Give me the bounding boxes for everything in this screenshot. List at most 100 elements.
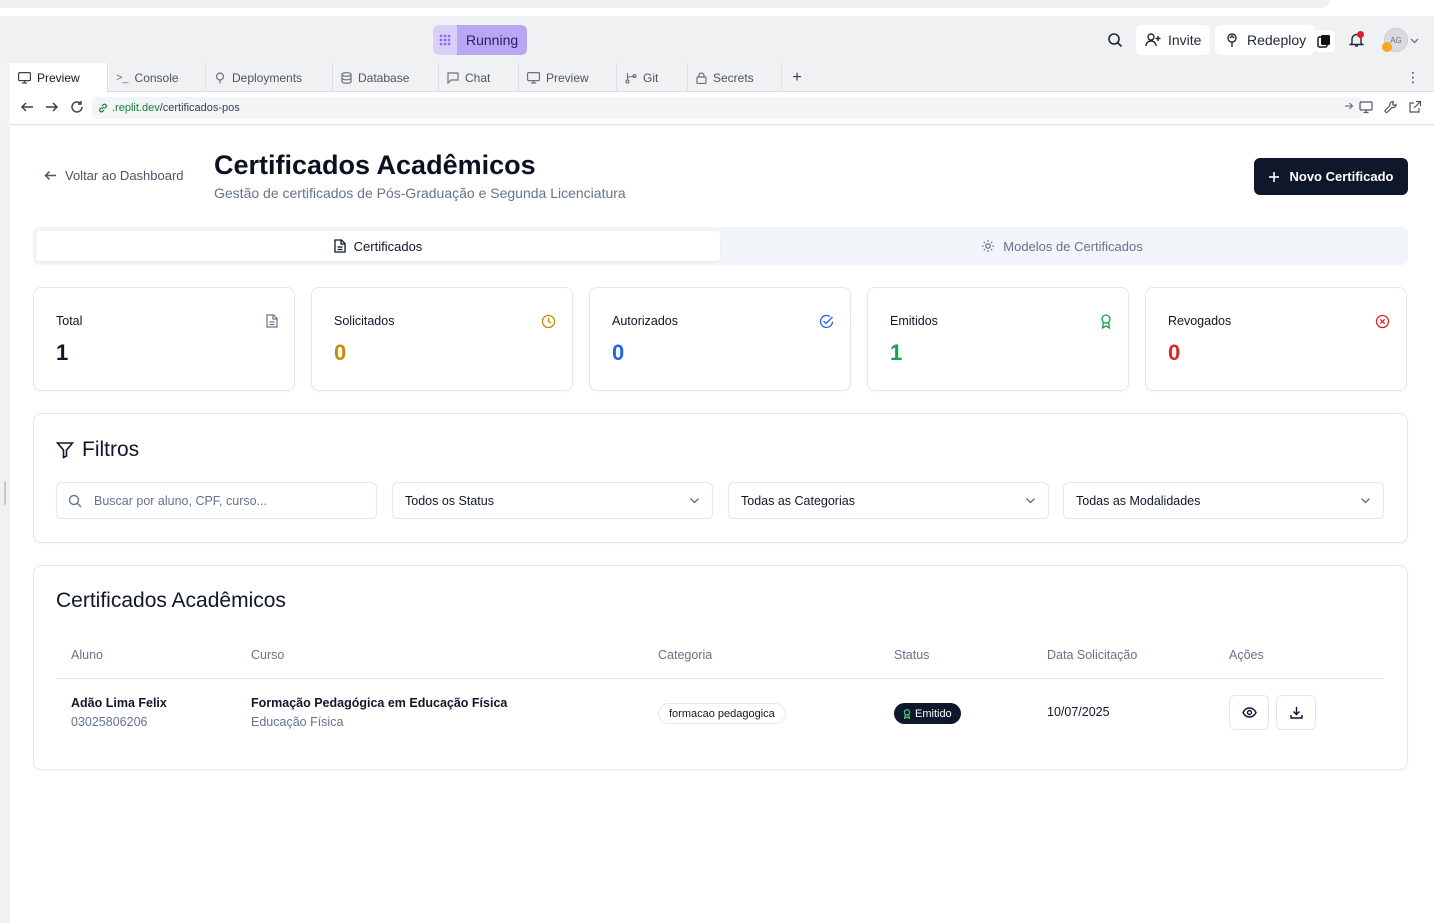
monitor-icon: [527, 71, 540, 84]
download-button[interactable]: [1276, 695, 1316, 730]
tab-label: Certificados: [353, 238, 423, 254]
search-icon[interactable]: [1107, 32, 1123, 48]
section-tabs: Certificados Modelos de Certificados: [33, 227, 1408, 265]
tab-chat[interactable]: Chat: [439, 63, 519, 92]
gear-icon: [981, 239, 995, 253]
view-button[interactable]: [1229, 695, 1269, 730]
stat-label: Autorizados: [612, 314, 679, 328]
windows-icon[interactable]: [1313, 30, 1335, 52]
tab-label: Deployments: [232, 70, 303, 85]
stat-value: 0: [612, 340, 625, 365]
resize-handle[interactable]: [4, 481, 6, 505]
add-user-icon: [1145, 32, 1161, 48]
back-label: Voltar ao Dashboard: [65, 168, 184, 183]
external-link-icon[interactable]: [1408, 100, 1422, 114]
category-select[interactable]: Todas as Categorias: [728, 482, 1049, 519]
filter-icon: [56, 441, 74, 459]
category-badge: formacao pedagogica: [658, 703, 786, 724]
page-title: Certificados Acadêmicos: [214, 150, 536, 180]
file-text-icon: [334, 239, 346, 253]
chevron-down-icon: [1025, 495, 1036, 506]
new-certificate-button[interactable]: Novo Certificado: [1254, 158, 1408, 195]
document-icon: [266, 314, 278, 328]
tab-label: Console: [134, 70, 179, 85]
database-icon: [341, 71, 352, 84]
chevron-down-icon[interactable]: [1410, 36, 1419, 45]
tab-preview[interactable]: Preview: [10, 63, 108, 92]
tab-deployments[interactable]: Deployments: [206, 63, 333, 92]
redeploy-label: Redeploy: [1247, 32, 1307, 48]
add-tab-button[interactable]: +: [782, 63, 812, 92]
desktop-icon[interactable]: [1359, 100, 1373, 114]
stat-label: Emitidos: [890, 314, 938, 328]
new-certificate-label: Novo Certificado: [1289, 169, 1394, 184]
git-icon: [625, 72, 637, 84]
back-to-dashboard-link[interactable]: Voltar ao Dashboard: [44, 168, 184, 183]
request-date: 10/07/2025: [1047, 705, 1110, 719]
award-icon: [903, 708, 911, 719]
tab-label: Preview: [37, 70, 80, 85]
reload-icon[interactable]: [70, 100, 84, 114]
grid-icon: [433, 25, 457, 55]
search-icon: [68, 494, 82, 508]
wrench-icon[interactable]: [1384, 100, 1398, 114]
column-header-acoes: Ações: [1229, 648, 1264, 662]
eye-icon: [1241, 707, 1257, 718]
workspace-tabbar: Preview >_ Console Deployments Database …: [10, 63, 1434, 92]
panel-edge: [0, 126, 10, 923]
tab-secrets[interactable]: Secrets: [688, 63, 782, 92]
category-select-value: Todas as Categorias: [741, 493, 855, 508]
stat-label: Total: [56, 314, 83, 328]
modality-select[interactable]: Todas as Modalidades: [1063, 482, 1384, 519]
column-header-aluno: Aluno: [71, 648, 103, 662]
url-field[interactable]: .replit.dev/certificados-pos: [92, 97, 1362, 119]
invite-label: Invite: [1168, 32, 1202, 48]
tab-label: Preview: [546, 70, 589, 85]
stat-card-autorizados: Autorizados 0: [589, 287, 851, 391]
tab-label: Secrets: [713, 70, 754, 85]
preview-url-bar: .replit.dev/certificados-pos: [10, 92, 1434, 125]
invite-button[interactable]: Invite: [1136, 25, 1211, 55]
go-arrow-icon[interactable]: [1344, 101, 1354, 111]
stat-card-emitidos: Emitidos 1: [867, 287, 1129, 391]
tab-label: Database: [358, 70, 410, 85]
tab-certificados[interactable]: Certificados: [36, 231, 720, 261]
lock-icon: [696, 71, 707, 84]
status-select[interactable]: Todos os Status: [392, 482, 713, 519]
tab-console[interactable]: >_ Console: [108, 63, 206, 92]
run-status-button[interactable]: Running: [433, 25, 528, 55]
run-status-label: Running: [457, 25, 528, 55]
status-badge: Emitido: [894, 703, 961, 724]
tab-label: Git: [643, 70, 659, 85]
column-header-status: Status: [894, 648, 930, 662]
stat-value: 1: [890, 340, 903, 365]
tab-git[interactable]: Git: [617, 63, 688, 92]
deploy-icon: [1224, 32, 1240, 48]
deploy-icon: [214, 71, 226, 84]
filters-title: Filtros: [56, 438, 139, 462]
stat-value: 1: [56, 340, 69, 365]
chat-icon: [447, 71, 459, 84]
filters-card: Filtros Buscar por aluno, CPF, curso... …: [33, 413, 1408, 543]
browser-top-strip: [0, 0, 1434, 16]
status-select-value: Todos os Status: [405, 493, 494, 508]
column-header-categoria: Categoria: [658, 648, 713, 662]
table-title: Certificados Acadêmicos: [56, 589, 286, 612]
tab-preview-2[interactable]: Preview: [519, 63, 617, 92]
more-icon[interactable]: ⋮: [1406, 69, 1420, 86]
tab-database[interactable]: Database: [333, 63, 439, 92]
stat-card-revogados: Revogados 0: [1145, 287, 1407, 391]
stat-card-total: Total 1: [33, 287, 295, 391]
stat-value: 0: [334, 340, 347, 365]
link-icon: [98, 103, 108, 113]
preview-page: Voltar ao Dashboard Certificados Acadêmi…: [10, 126, 1434, 923]
redeploy-button[interactable]: Redeploy: [1215, 25, 1316, 55]
terminal-icon: >_: [116, 71, 129, 84]
clock-icon: [541, 314, 556, 329]
forward-arrow-icon[interactable]: [45, 100, 59, 114]
back-arrow-icon[interactable]: [20, 100, 34, 114]
tab-modelos[interactable]: Modelos de Certificados: [720, 231, 1404, 261]
check-circle-icon: [819, 314, 834, 329]
search-input[interactable]: Buscar por aluno, CPF, curso...: [56, 482, 377, 519]
stat-label: Solicitados: [334, 314, 395, 328]
